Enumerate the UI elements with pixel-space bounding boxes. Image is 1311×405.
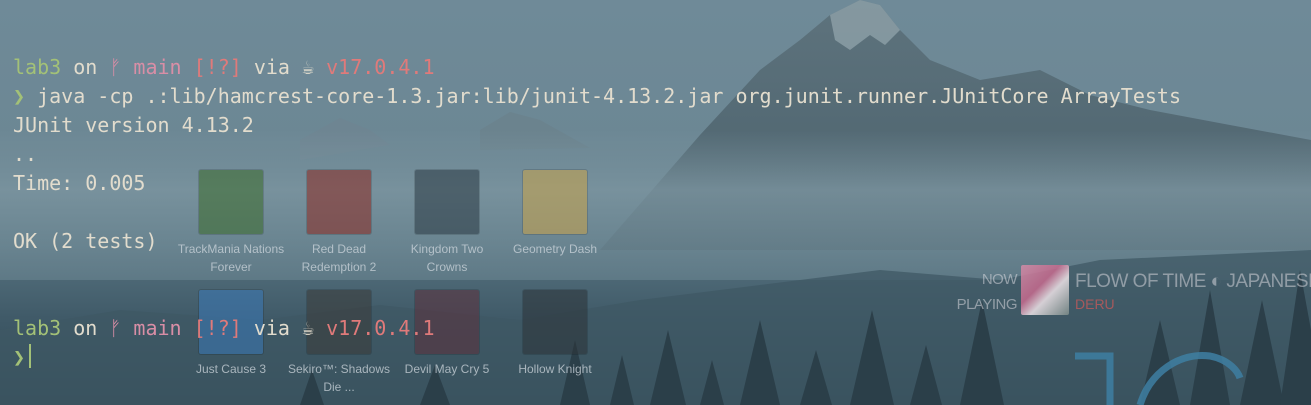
desktop-shortcut[interactable]: Hollow Knight [500,290,610,378]
desktop-shortcut-label: TrackMania Nations Forever [177,242,285,274]
hollow-knight-icon [523,290,587,354]
album-art [1021,265,1069,315]
output-result: OK (2 tests) [13,229,158,253]
git-branch-icon: ᚠ [109,55,122,79]
desktop-shortcut[interactable]: Sekiro™: Shadows Die ... [284,290,394,396]
trackmania-icon [199,170,263,234]
input-line[interactable]: ❯ [13,343,32,372]
text-cursor [29,344,32,368]
prompt-line-1: lab3 on ᚠ main [!?] via ☕ v17.0.4.1 [13,55,435,79]
red-dead-icon [307,170,371,234]
java-version: v17.0.4.1 [326,316,435,340]
prompt-arrow-icon: ❯ [13,345,26,369]
git-branch-icon: ᚠ [109,316,122,340]
output-version: JUnit version 4.13.2 [13,113,254,137]
git-branch: main [133,55,182,79]
java-icon: ☕ [302,316,315,340]
output-dots: .. [13,142,38,166]
git-status: [!?] [193,316,242,340]
git-branch: main [133,316,182,340]
now-playing-widget: NOW PLAYING FLOW OF TIME ◐ JAPANESE DERU [955,263,1311,319]
desktop-shortcut[interactable]: Red Dead Redemption 2 [284,170,394,276]
now-playing-label: NOW PLAYING [956,271,1018,313]
geometry-dash-icon [523,170,587,234]
desktop-shortcut[interactable]: TrackMania Nations Forever [176,170,286,276]
prompt-dir: lab3 [13,316,62,340]
git-status: [!?] [193,55,242,79]
desktop-shortcut-label: Devil May Cry 5 [404,362,490,376]
desktop-shortcut-label: Sekiro™: Shadows Die ... [287,362,391,394]
now-playing-artist: DERU [1075,296,1115,312]
java-version: v17.0.4.1 [326,55,435,79]
kingdom-icon [415,170,479,234]
prompt-arrow-icon: ❯ [13,84,26,108]
java-icon: ☕ [302,55,315,79]
desktop-shortcut-label: Red Dead Redemption 2 [301,242,377,274]
desktop-shortcut[interactable]: Geometry Dash [500,170,610,258]
desktop-shortcut-label: Hollow Knight [518,362,592,376]
desktop-shortcut-label: Just Cause 3 [195,362,267,376]
prompt-line-2: lab3 on ᚠ main [!?] via ☕ v17.0.4.1 [13,316,435,340]
output-time: Time: 0.005 [13,171,146,195]
desktop-shortcut-label: Kingdom Two Crowns [410,242,484,274]
desktop-shortcut[interactable]: Kingdom Two Crowns [392,170,502,276]
now-playing-title: FLOW OF TIME ◐ JAPANESE [1075,271,1311,292]
command-line: ❯ java -cp .:lib/hamcrest-core-1.3.jar:l… [13,82,1181,111]
desktop-shortcut-label: Geometry Dash [512,242,598,256]
command-text: java -cp .:lib/hamcrest-core-1.3.jar:lib… [37,84,1181,108]
prompt-dir: lab3 [13,55,62,79]
